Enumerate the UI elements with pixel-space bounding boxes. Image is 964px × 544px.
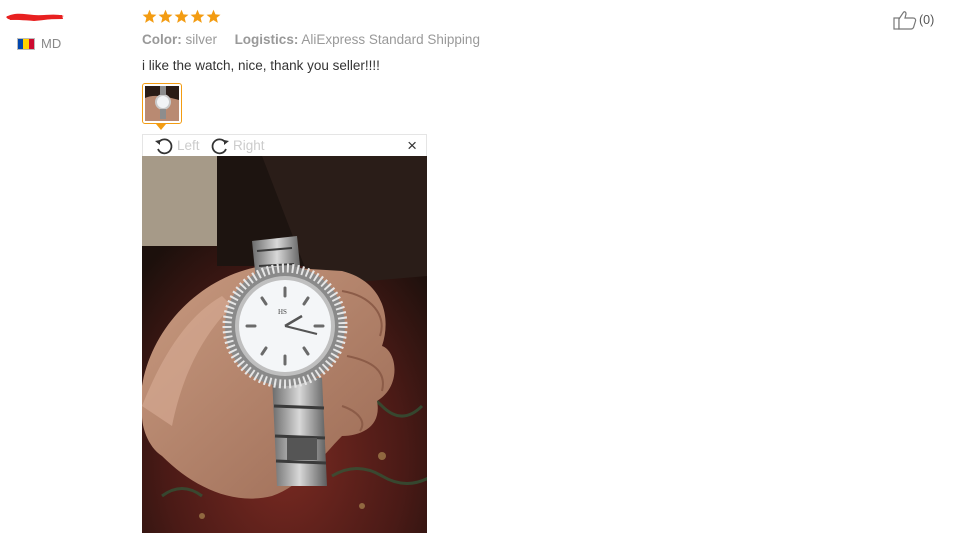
rotate-right-button[interactable]: Right [209, 135, 265, 156]
rotate-right-label: Right [233, 138, 265, 153]
logistics-label: Logistics: [234, 32, 299, 47]
logistics-value: AliExpress Standard Shipping [301, 32, 480, 47]
country-code: MD [41, 36, 62, 51]
star-rating [142, 9, 221, 24]
star-icon [190, 9, 205, 23]
color-label: Color: [142, 32, 182, 47]
review-photo-thumbnail[interactable] [142, 83, 182, 124]
review-photo-large[interactable]: HS [142, 156, 427, 533]
star-icon [158, 9, 173, 23]
image-viewer-toolbar: Left Right × [142, 134, 427, 156]
thumbnail-selected-caret [156, 124, 166, 130]
reviewer-country: MD [17, 36, 61, 51]
helpful-vote[interactable]: (0) [893, 10, 934, 30]
svg-text:HS: HS [278, 308, 287, 316]
rotate-left-icon [155, 137, 173, 154]
star-icon [142, 9, 157, 23]
rotate-right-icon [211, 137, 229, 154]
thumbs-up-icon[interactable] [893, 10, 917, 30]
thumbnail-image [145, 86, 179, 121]
close-viewer-button[interactable]: × [407, 137, 417, 155]
star-icon [206, 9, 221, 23]
color-value: silver [185, 32, 218, 47]
review-attributes: Color: silver Logistics: AliExpress Stan… [142, 32, 480, 47]
review-photo-image: HS [142, 156, 427, 533]
moldova-flag-icon [17, 37, 35, 50]
rotate-left-label: Left [177, 138, 200, 153]
star-icon [174, 9, 189, 23]
reviewer-name-redacted [6, 13, 64, 21]
helpful-count: (0) [919, 13, 935, 27]
review-comment: i like the watch, nice, thank you seller… [142, 58, 380, 73]
rotate-left-button[interactable]: Left [153, 135, 200, 156]
